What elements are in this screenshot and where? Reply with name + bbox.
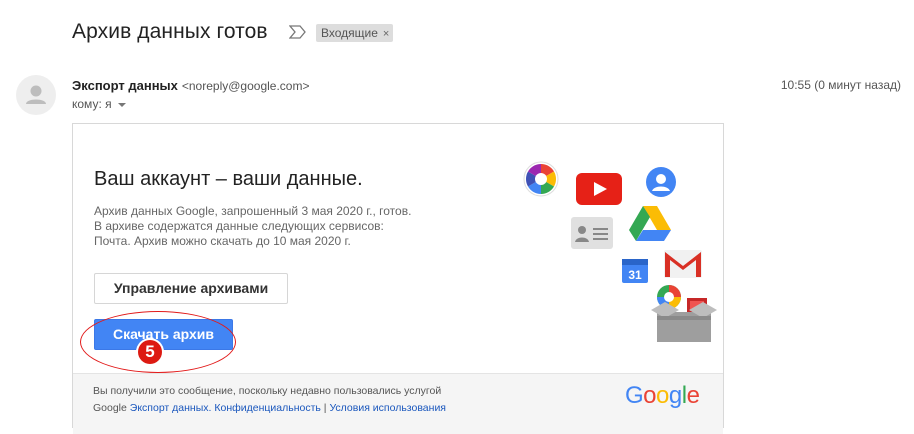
card-footer: Вы получили это сообщение, поскольку нед… [73,373,723,434]
profile-icon [646,167,676,197]
inbox-label-chip[interactable]: Входящие × [316,24,394,42]
footer-separator: | [323,402,327,414]
importance-marker-icon[interactable] [289,25,307,39]
manage-archives-button[interactable]: Управление архивами [94,273,288,304]
svg-text:31: 31 [628,268,642,282]
box-icon [651,298,717,342]
avatar[interactable] [16,75,56,115]
privacy-link[interactable]: Конфиденциальность [214,402,321,414]
dropdown-caret-icon[interactable] [117,102,126,107]
google-logo: Google [625,382,700,409]
email-timestamp: 10:55 (0 минут назад) [780,78,901,92]
calendar-icon: 31 [622,259,648,283]
download-archive-button[interactable]: Скачать архив [94,319,233,350]
gmail-icon [664,250,702,278]
inbox-label-text: Входящие [321,26,378,40]
recipient-text: кому: я [72,97,112,111]
card-body: Архив данных Google, запрошенный 3 мая 2… [94,204,474,249]
photos-icon [523,161,559,197]
avatar-person-icon [26,85,46,104]
remove-label-icon[interactable]: × [383,28,389,40]
email-subject: Архив данных готов [72,20,268,43]
terms-link[interactable]: Условия использования [329,402,446,414]
card-title: Ваш аккаунт – ваши данные. [94,168,363,190]
sender-email: <noreply@google.com> [181,79,310,93]
message-card: Ваш аккаунт – ваши данные. Архив данных … [72,123,724,434]
services-illustration: 31 [513,154,723,354]
step-number-badge: 5 [138,340,162,364]
sender-name[interactable]: Экспорт данных [72,78,178,93]
drive-icon [629,206,671,241]
export-data-link[interactable]: Экспорт данных. [130,402,212,414]
footer-notice: Вы получили это сообщение, поскольку нед… [93,383,453,417]
youtube-icon [576,173,622,205]
body-line-2: В архиве содержатся данные следующих сер… [94,219,384,233]
contacts-icon [571,217,613,249]
body-line-3: Почта. Архив можно скачать до 10 мая 202… [94,234,351,248]
sender-line: Экспорт данных <noreply@google.com> [72,78,309,93]
body-line-1: Архив данных Google, запрошенный 3 мая 2… [94,204,412,218]
recipient-line[interactable]: кому: я [72,97,126,111]
